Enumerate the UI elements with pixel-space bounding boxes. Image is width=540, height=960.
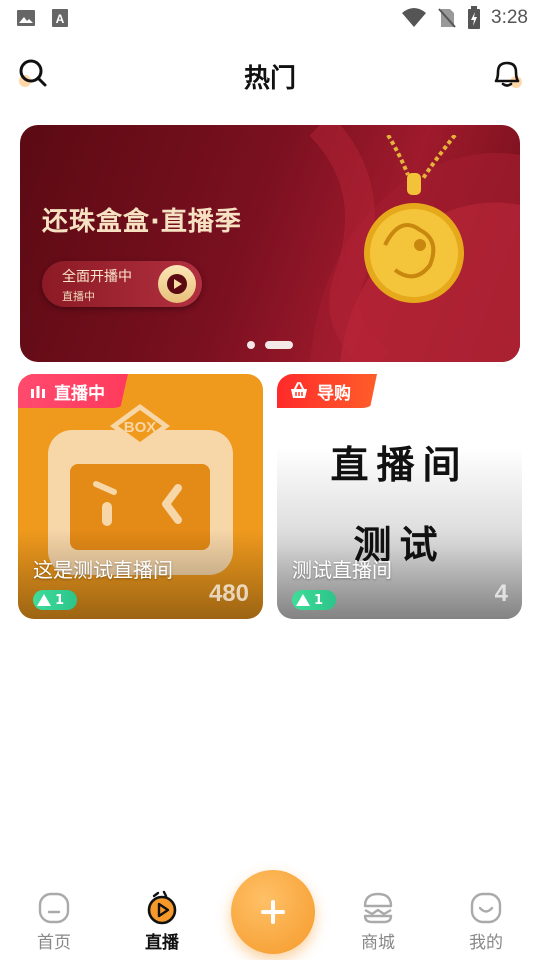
nav-item-mall[interactable]: 商城 [342, 890, 414, 953]
nav-label-mall: 商城 [361, 933, 395, 953]
live-play-icon [147, 890, 177, 925]
level-triangle-icon [37, 594, 51, 606]
live-bars-icon [31, 386, 45, 398]
svg-text:BOX: BOX [124, 419, 157, 436]
font-notification-icon: A [52, 9, 68, 27]
live-room-card[interactable]: BOX 直播中 这是测试直播间 1 480 [18, 374, 263, 619]
plus-icon [261, 900, 285, 924]
wifi-icon [402, 8, 427, 27]
top-bar: 热门 [0, 52, 540, 96]
banner-pill-sub: 直播中 [62, 290, 95, 303]
svg-text:A: A [56, 12, 65, 26]
nav-label-home: 首页 [37, 933, 71, 953]
banner-pill-main: 全面开播中 [62, 269, 132, 285]
mall-burger-icon [363, 892, 393, 924]
clock: 3:28 [491, 7, 528, 28]
live-room-card[interactable]: 直播间 测试 导购 测试直播间 1 4 [277, 374, 522, 619]
profile-smile-icon [470, 892, 502, 924]
shopping-tag-label: 导购 [317, 383, 351, 404]
nav-item-home[interactable]: 首页 [18, 890, 90, 953]
play-icon [158, 265, 196, 303]
banner-title: 还珠盒盒·直播季 [42, 207, 242, 237]
carousel-indicator [20, 341, 520, 349]
nav-item-live[interactable]: 直播 [126, 890, 198, 953]
viewer-count: 4 [494, 580, 508, 607]
level-triangle-icon [296, 594, 310, 606]
create-button[interactable] [231, 870, 315, 954]
room-name: 这是测试直播间 [33, 558, 173, 582]
gallery-notification-icon [17, 10, 35, 26]
level-badge: 1 [33, 590, 77, 610]
cover-text-line1: 直播间 [330, 443, 469, 487]
nav-item-profile[interactable]: 我的 [450, 890, 522, 953]
live-now-button[interactable]: 全面开播中 直播中 [42, 261, 202, 307]
no-sim-icon [438, 8, 456, 28]
shopping-guide-tag: 导购 [277, 374, 377, 408]
gold-pendant-image [364, 135, 464, 303]
battery-charging-icon [468, 6, 481, 29]
room-name: 测试直播间 [292, 558, 392, 582]
nav-label-profile: 我的 [469, 933, 503, 953]
level-badge: 1 [292, 590, 336, 610]
live-tag-label: 直播中 [54, 383, 105, 404]
status-bar: A 3:28 [0, 0, 540, 36]
promo-banner[interactable]: 还珠盒盒·直播季 全面开播中 直播中 [20, 125, 520, 362]
bell-icon[interactable] [490, 56, 524, 90]
carousel-dot[interactable] [247, 341, 255, 349]
carousel-dot-active[interactable] [265, 341, 293, 349]
live-tag: 直播中 [18, 374, 128, 408]
level-value: 1 [314, 592, 324, 608]
viewer-count: 480 [208, 580, 249, 607]
basket-icon [291, 382, 307, 398]
page-title: 热门 [243, 64, 296, 94]
level-value: 1 [55, 592, 65, 608]
nav-label-live: 直播 [145, 933, 179, 953]
home-face-icon [38, 892, 70, 924]
